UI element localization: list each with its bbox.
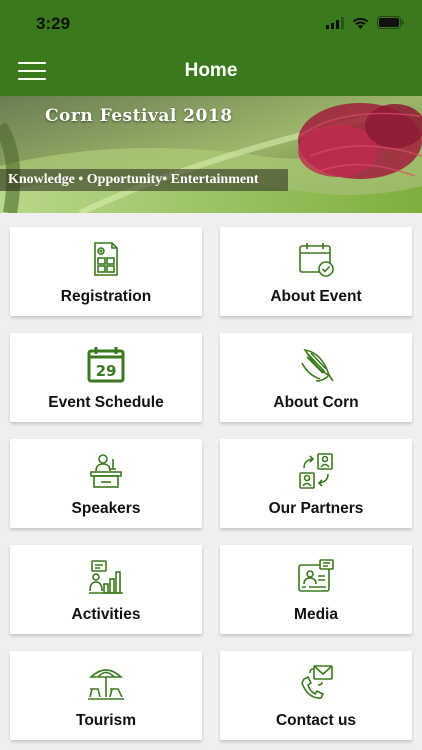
page-title: Home [184,60,238,81]
app-bar: Home [0,48,422,96]
tile-label: About Event [270,288,362,305]
signal-icon [326,16,344,29]
svg-text:29: 29 [96,362,117,380]
status-time: 3:29 [36,14,71,33]
speaker-podium-icon [10,451,202,491]
corn-icon [220,345,412,385]
registration-form-icon [10,239,202,279]
media-screen-icon [220,557,412,597]
tile-about-event[interactable]: About Event [220,227,412,316]
calendar-29-icon: 29 [10,345,202,385]
tile-label: Speakers [71,500,141,517]
contact-phone-mail-icon [220,663,412,703]
status-bar: 3:29 [0,0,422,48]
tile-label: Event Schedule [48,394,164,411]
battery-icon [377,16,404,29]
tile-about-corn[interactable]: About Corn [220,333,412,422]
tile-tourism[interactable]: Tourism [10,651,202,740]
tile-event-schedule[interactable]: 29 Event Schedule [10,333,202,422]
tile-contact-us[interactable]: Contact us [220,651,412,740]
tile-label: Tourism [76,712,136,729]
tile-activities[interactable]: Activities [10,545,202,634]
activities-chart-icon [10,557,202,597]
tile-speakers[interactable]: Speakers [10,439,202,528]
tile-label: Contact us [275,712,357,729]
beach-umbrella-icon [10,663,202,703]
calendar-check-icon [220,239,412,279]
tile-label: Activities [71,606,141,623]
wifi-icon [352,17,369,29]
partners-icon [220,451,412,491]
status-icons [326,16,404,29]
tile-registration[interactable]: Registration [10,227,202,316]
banner-title: Corn Festival 2018 [45,106,233,126]
tile-label: Registration [60,288,152,305]
festival-banner: Corn Festival 2018 Knowledge • Opportuni… [0,96,422,213]
tile-label: Media [294,606,338,623]
banner-tagline: Knowledge • Opportunity• Entertainment [0,169,288,191]
tile-label: Our Partners [268,500,364,517]
tile-our-partners[interactable]: Our Partners [220,439,412,528]
tile-media[interactable]: Media [220,545,412,634]
tile-label: About Corn [273,394,359,411]
